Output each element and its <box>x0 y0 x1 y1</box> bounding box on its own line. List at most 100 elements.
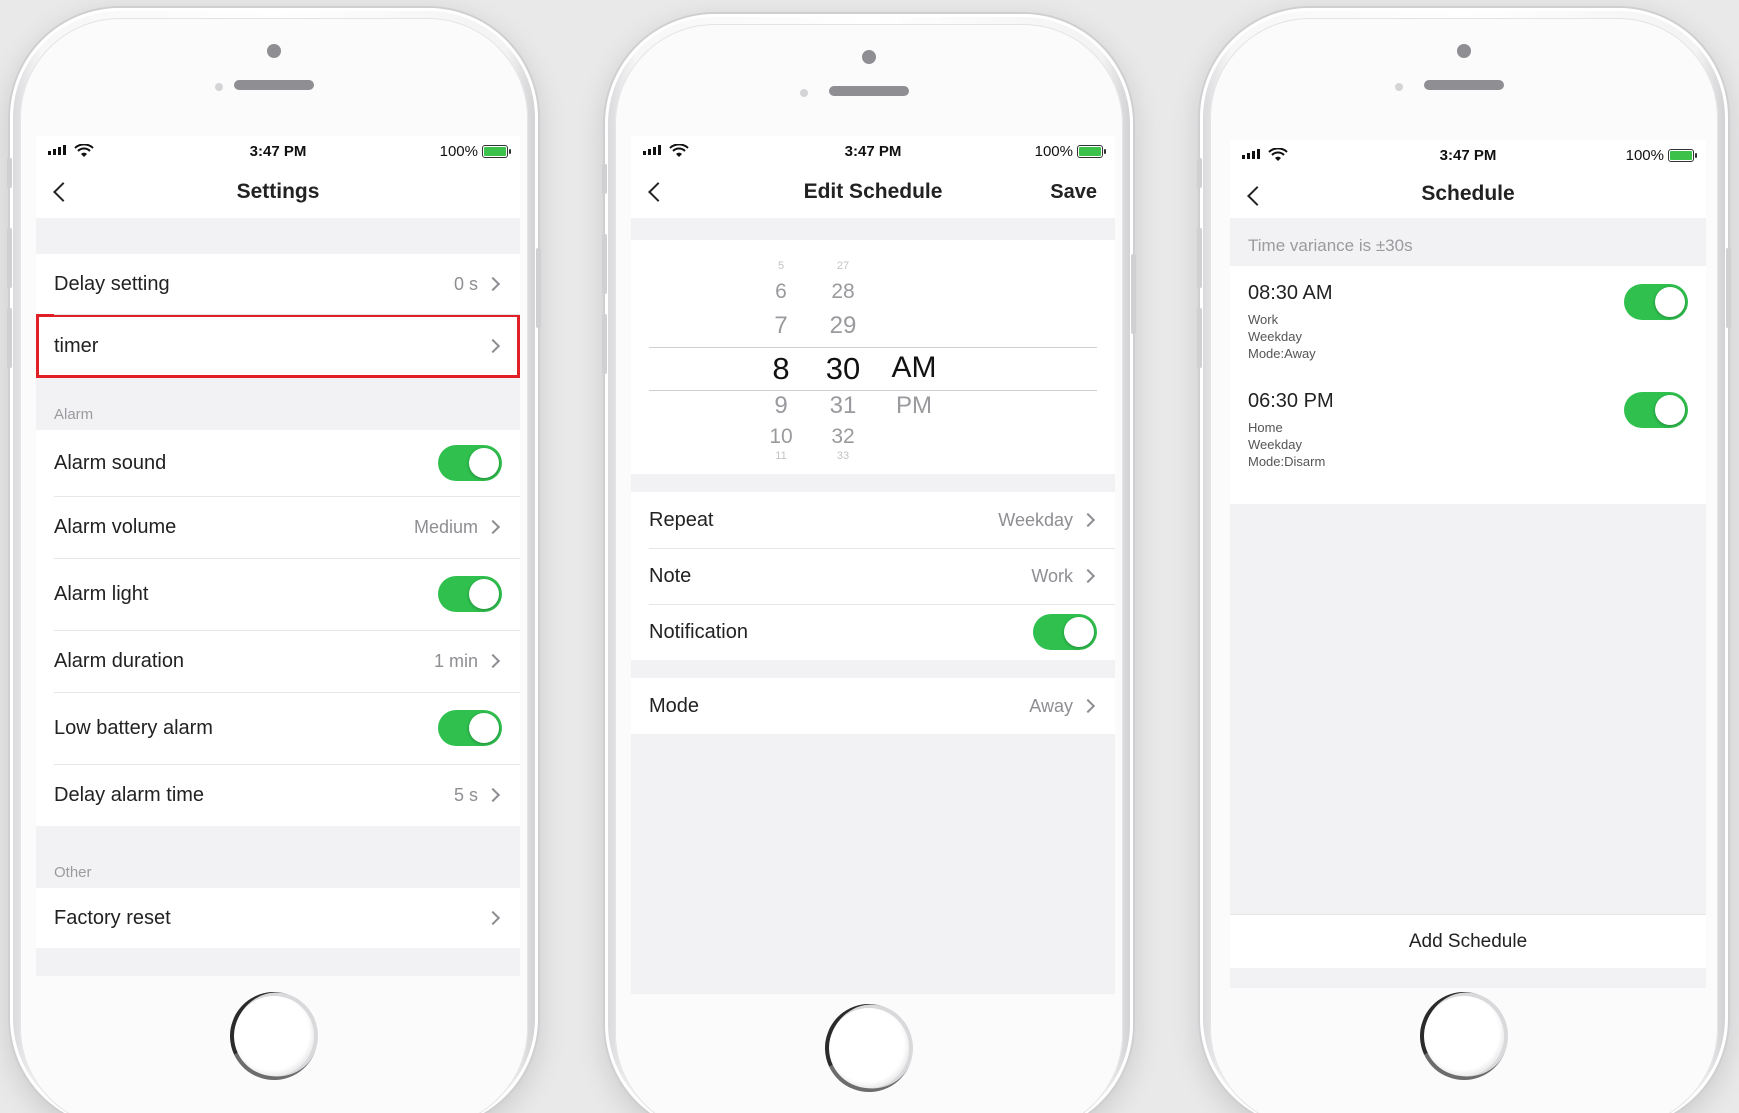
home-button[interactable] <box>1420 992 1508 1080</box>
proximity-sensor <box>215 83 223 91</box>
add-schedule-button[interactable]: Add Schedule <box>1230 914 1706 968</box>
nav-bar: Schedule <box>1230 170 1706 218</box>
schedule-mode: Mode:Disarm <box>1248 454 1326 469</box>
row-mode[interactable]: Mode Away <box>631 678 1115 734</box>
row-label: Repeat <box>649 508 714 531</box>
nav-bar: Edit Schedule Save <box>631 166 1115 218</box>
picker-value: 33 <box>836 450 850 462</box>
volume-down-button <box>602 314 607 374</box>
schedule-details: Home Weekday Mode:Disarm <box>1248 419 1688 470</box>
picker-value: 28 <box>831 280 855 303</box>
row-label: Factory reset <box>54 906 171 929</box>
earpiece-speaker <box>829 86 909 96</box>
front-camera <box>862 50 876 64</box>
picker-value: PM <box>896 392 932 419</box>
row-label: Delay alarm time <box>54 783 205 806</box>
picker-value-selected: 30 <box>825 351 861 386</box>
row-alarm-volume[interactable]: Alarm volume Medium <box>36 496 520 558</box>
status-bar: 3:47 PM 100% <box>36 136 520 166</box>
battery-icon <box>1077 145 1106 158</box>
row-label: Note <box>649 564 692 587</box>
schedule-enable-toggle[interactable] <box>1624 392 1688 428</box>
battery-icon <box>1668 149 1697 162</box>
status-bar: 3:47 PM 100% <box>631 136 1115 166</box>
row-label: Alarm volume <box>54 515 177 538</box>
schedule-item[interactable]: 08:30 AM Work Weekday Mode:Away <box>1230 266 1706 386</box>
row-value: Weekday <box>998 509 1073 530</box>
home-button[interactable] <box>825 1004 913 1092</box>
picker-value: 31 <box>829 392 857 419</box>
row-alarm-light[interactable]: Alarm light <box>36 558 520 630</box>
low-battery-alarm-toggle[interactable] <box>438 710 502 746</box>
picker-value: 7 <box>774 312 788 339</box>
schedule-note: Work <box>1248 312 1279 327</box>
battery-percent: 100% <box>1034 143 1073 160</box>
picker-value-selected: 8 <box>772 351 790 386</box>
front-camera <box>267 44 281 58</box>
chevron-right-icon <box>485 653 501 669</box>
schedule-item[interactable]: 06:30 PM Home Weekday Mode:Disarm <box>1230 386 1706 504</box>
row-delay-alarm-time[interactable]: Delay alarm time 5 s <box>36 764 520 826</box>
row-delay-setting[interactable]: Delay setting 0 s <box>36 254 520 314</box>
battery-indicator: 100% <box>1625 147 1697 164</box>
row-label: Alarm light <box>54 582 149 605</box>
picker-value: 5 <box>777 260 785 272</box>
row-repeat[interactable]: Repeat Weekday <box>631 492 1115 548</box>
edit-schedule-screen: 3:47 PM 100% Edit Schedule Save 5 6 7 8 … <box>631 136 1115 994</box>
power-button <box>1726 248 1731 328</box>
save-button[interactable]: Save <box>1050 181 1097 204</box>
battery-percent: 100% <box>439 143 478 160</box>
status-bar: 3:47 PM 100% <box>1230 140 1706 170</box>
row-value: 5 s <box>453 784 478 805</box>
phone-frame-edit-schedule: 3:47 PM 100% Edit Schedule Save 5 6 7 8 … <box>602 14 1136 1113</box>
picker-value: 29 <box>829 312 857 339</box>
earpiece-speaker <box>234 80 314 90</box>
mute-switch <box>1197 158 1202 188</box>
battery-icon <box>482 145 511 158</box>
picker-value: 9 <box>774 392 788 419</box>
section-label-alarm: Alarm <box>54 406 94 423</box>
row-value: 0 s <box>453 273 478 294</box>
alarm-light-toggle[interactable] <box>438 576 502 612</box>
schedule-note: Home <box>1248 420 1283 435</box>
row-alarm-duration[interactable]: Alarm duration 1 min <box>36 630 520 692</box>
volume-up-button <box>7 228 12 288</box>
chevron-right-icon <box>485 276 501 292</box>
row-value: 1 min <box>433 650 478 671</box>
front-camera <box>1457 44 1471 58</box>
notification-toggle[interactable] <box>1033 614 1097 650</box>
picker-value: 11 <box>775 450 787 462</box>
row-factory-reset[interactable]: Factory reset <box>36 888 520 948</box>
picker-value: 27 <box>836 260 850 272</box>
time-variance-label: Time variance is ±30s <box>1248 236 1413 255</box>
row-value: Away <box>1029 695 1073 716</box>
home-button[interactable] <box>230 992 318 1080</box>
volume-down-button <box>7 308 12 368</box>
row-timer[interactable]: timer <box>36 314 520 378</box>
row-label: Notification <box>649 620 748 643</box>
battery-percent: 100% <box>1625 147 1664 164</box>
picker-value-selected: AM <box>891 351 937 384</box>
chevron-right-icon <box>1080 698 1096 714</box>
mute-switch <box>7 158 12 188</box>
alarm-sound-toggle[interactable] <box>438 445 502 481</box>
schedule-enable-toggle[interactable] <box>1624 284 1688 320</box>
section-label-other: Other <box>54 864 92 881</box>
picker-selection-band <box>649 347 1097 391</box>
picker-value: 32 <box>831 425 855 448</box>
page-title: Schedule <box>1421 182 1515 205</box>
time-picker[interactable]: 5 6 7 8 9 10 11 27 28 29 30 31 32 33 AM … <box>631 240 1115 474</box>
schedule-repeat: Weekday <box>1248 437 1302 452</box>
row-alarm-sound[interactable]: Alarm sound <box>36 430 520 496</box>
row-low-battery-alarm[interactable]: Low battery alarm <box>36 692 520 764</box>
schedule-details: Work Weekday Mode:Away <box>1248 311 1688 362</box>
earpiece-speaker <box>1424 80 1504 90</box>
battery-indicator: 100% <box>439 143 511 160</box>
row-notification[interactable]: Notification <box>631 604 1115 660</box>
phone-frame-schedule: 3:47 PM 100% Schedule Time variance is ±… <box>1197 8 1731 1113</box>
proximity-sensor <box>800 89 808 97</box>
row-label: timer <box>54 334 99 357</box>
chevron-right-icon <box>485 519 501 535</box>
power-button <box>536 248 541 328</box>
row-note[interactable]: Note Work <box>631 548 1115 604</box>
